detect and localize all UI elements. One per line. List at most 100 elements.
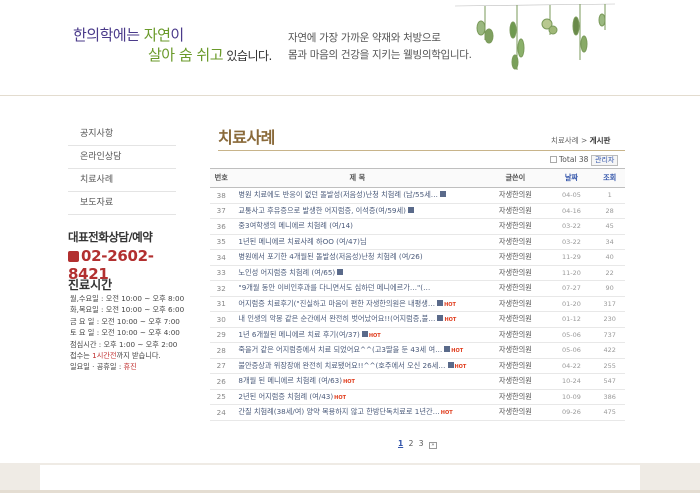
sidebar-item-online-consult[interactable]: 온라인상담: [68, 146, 176, 169]
holiday-highlight: 휴진: [123, 362, 137, 372]
row-num: 26: [210, 373, 233, 390]
hours-line: 금 요 일 : 오전 10:00 ~ 오후 7:00: [70, 316, 180, 326]
row-author: 자생한의원: [482, 311, 549, 328]
holiday-text: 일요일 · 공휴일 :: [70, 362, 124, 372]
row-subject-cell: 병원에서 포기한 4개월된 돌발성(저음성)난청 치험례 (여/26): [232, 249, 483, 266]
hot-badge: HOT: [451, 348, 464, 355]
row-author: 자생한의원: [482, 187, 549, 204]
row-subject-link[interactable]: 8개월 된 메니에르 치험례 (여/63): [238, 376, 342, 385]
row-subject-cell: 노인성 어지럼증 치험례 (여/65): [232, 265, 483, 281]
row-views: 547: [594, 373, 625, 390]
row-views: 1: [594, 187, 625, 204]
table-row: 32 "9개월 동안 이비인후과를 다니면서도 심하던 메니에르가…"(… 자생한의…: [210, 280, 625, 297]
row-author: 자생한의원: [482, 389, 549, 405]
page-link[interactable]: 3: [419, 439, 424, 448]
row-date: 11-20: [548, 265, 595, 281]
table-row: 36 중3여학생의 메니에르 치험례 (여/14) 자생한의원 03-22 45: [210, 218, 625, 235]
note-text: 까지 받습니다.: [116, 351, 161, 361]
row-num: 28: [210, 342, 233, 359]
row-date: 01-12: [548, 311, 595, 328]
page-link[interactable]: 2: [409, 439, 414, 448]
subtext-line: 자연에 가장 가까운 약재와 처방으로: [288, 32, 441, 44]
row-views: 475: [594, 404, 625, 421]
reception-note: 접수는 1시간전까지 받습니다.: [70, 350, 184, 361]
row-subject-cell: 1년된 메니에르 치료사례 하OO (여/47)님: [232, 234, 483, 250]
row-author: 자생한의원: [482, 280, 549, 297]
row-subject-link[interactable]: 1년 6개월된 메니에르 치료 후기(여/37): [238, 330, 359, 339]
attachment-icon: [337, 268, 344, 275]
next-page-icon[interactable]: »: [428, 442, 437, 449]
site-header: 한의학에는 자연이 살아 숨 쉬고 있습니다. 자연에 가장 가까운 약재와 처…: [0, 0, 700, 96]
row-subject-cell: 불안증상과 위장장애 완전히 치료됐어요!!^^(호주에서 오신 26세… HOT: [232, 358, 483, 374]
breadcrumb-parent[interactable]: 치료사례: [551, 136, 579, 145]
row-num: 25: [210, 389, 233, 405]
row-views: 386: [594, 389, 625, 405]
sidebar-item-notice[interactable]: 공지사항: [68, 123, 176, 146]
sidebar-item-treatment-cases[interactable]: 치료사례: [68, 169, 176, 192]
row-subject-link[interactable]: 불안증상과 위장장애 완전히 치료됐어요!!^^(호주에서 오신 26세…: [238, 361, 445, 370]
row-subject-link[interactable]: "9개월 동안 이비인후과를 다니면서도 심하던 메니에르가…"(…: [238, 283, 430, 292]
hours-line: 토 요 일 : 오전 10:00 ~ 오후 4:00: [70, 328, 180, 338]
row-subject-link[interactable]: 중3여학생의 메니에르 치험례 (여/14): [238, 221, 353, 230]
row-views: 317: [594, 296, 625, 312]
holiday-note: 일요일 · 공휴일 : 휴진: [70, 361, 184, 372]
row-date: 10-09: [548, 389, 595, 405]
row-views: 737: [594, 327, 625, 343]
subtext-line: 몸과 마음의 건강을 지키는 웰빙의학입니다.: [288, 49, 472, 61]
phone-icon: [68, 251, 79, 262]
page-link[interactable]: 1: [398, 439, 403, 448]
sidebar-item-press[interactable]: 보도자료: [68, 192, 176, 215]
row-views: 230: [594, 311, 625, 328]
row-subject-link[interactable]: 1년된 메니에르 치료사례 하OO (여/47)님: [238, 237, 366, 246]
row-subject-link[interactable]: 죽을거 같은 어지럼증에서 치료 되었어요^^(고3딸을 둔 43세 여…: [238, 345, 442, 354]
row-author: 자생한의원: [482, 342, 549, 359]
row-subject-cell: 교통사고 후유증으로 발생한 어지럼증, 이석증(여/59세): [232, 203, 483, 219]
admin-button[interactable]: 관리자: [591, 155, 619, 166]
hours-line: 월,수요일 : 오전 10:00 ~ 오후 8:00: [70, 294, 185, 303]
table-row: 25 2년된 어지럼증 치험례 (여/43)HOT 자생한의원 10-09 386: [210, 389, 625, 405]
col-views[interactable]: 조회: [594, 168, 625, 188]
col-date[interactable]: 날짜: [548, 168, 595, 188]
row-num: 32: [210, 280, 233, 297]
row-subject-cell: 병원 치료에도 반응이 없던 돌발성(저음성)난청 치험례 (남/55세…: [232, 187, 483, 204]
phone-block: 대표전화상담/예약 02-2602-8421: [68, 229, 188, 283]
row-num: 30: [210, 311, 233, 328]
slogan-text: 있습니다.: [223, 49, 272, 63]
row-author: 자생한의원: [482, 358, 549, 374]
row-subject-link[interactable]: 어지럼증 치료후기("진실하고 마음이 편한 자생한의원은 내평생…: [238, 299, 435, 308]
footer-content: [40, 465, 640, 493]
row-subject-link[interactable]: 병원 치료에도 반응이 없던 돌발성(저음성)난청 치험례 (남/55세…: [238, 190, 438, 199]
header-subtext: 자연에 가장 가까운 약재와 처방으로 몸과 마음의 건강을 지키는 웰빙의학입…: [288, 30, 472, 64]
row-subject-cell: 간질 치험례(38세/여) 양약 복용하지 않고 한방단독치료로 1년간…HOT: [232, 404, 483, 421]
row-subject-link[interactable]: 병원에서 포기한 4개월된 돌발성(저음성)난청 치험례 (여/26): [238, 252, 422, 261]
breadcrumb-separator: >: [578, 136, 590, 145]
row-date: 10-24: [548, 373, 595, 390]
row-date: 03-22: [548, 218, 595, 235]
row-subject-link[interactable]: 교통사고 후유증으로 발생한 어지럼증, 이석증(여/59세): [238, 206, 405, 215]
row-subject-link[interactable]: 간질 치험례(38세/여) 양약 복용하지 않고 한방단독치료로 1년간…: [238, 407, 439, 416]
row-date: 03-22: [548, 234, 595, 250]
slogan-highlight: 살아 숨 쉬고: [148, 46, 224, 64]
row-views: 255: [594, 358, 625, 374]
row-author: 자생한의원: [482, 265, 549, 281]
row-subject-link[interactable]: 내 인생의 악몽 같은 순간에서 완전히 벗어났어요!!(어지럼증,불…: [238, 314, 435, 323]
header-divider: [0, 95, 700, 96]
row-subject-link[interactable]: 노인성 어지럼증 치험례 (여/65): [238, 268, 335, 277]
hot-badge: HOT: [334, 394, 347, 401]
table-row: 33 노인성 어지럼증 치험례 (여/65) 자생한의원 11-20 22: [210, 265, 625, 281]
row-subject-link[interactable]: 2년된 어지럼증 치험례 (여/43): [238, 392, 333, 401]
col-subject: 제 목: [232, 168, 483, 188]
row-date: 07-27: [548, 280, 595, 297]
select-all-checkbox[interactable]: [550, 156, 557, 163]
page-title: 치료사례: [218, 128, 275, 147]
note-highlight: 1시간전: [92, 351, 117, 361]
table-row: 30 내 인생의 악몽 같은 순간에서 완전히 벗어났어요!!(어지럼증,불… HO…: [210, 311, 625, 328]
herb-illustration: [455, 3, 615, 70]
attachment-icon: [437, 315, 444, 322]
row-date: 04-05: [548, 187, 595, 204]
slogan-line-2: 살아 숨 쉬고 있습니다.: [148, 44, 272, 65]
board-table: 번호 제 목 글쓴이 날짜 조회 38 병원 치료에도 반응이 없던 돌발성(저음…: [210, 168, 625, 421]
table-header-row: 번호 제 목 글쓴이 날짜 조회: [210, 168, 625, 188]
row-author: 자생한의원: [482, 218, 549, 235]
table-row: 29 1년 6개월된 메니에르 치료 후기(여/37) HOT 자생한의원 05-06 7…: [210, 327, 625, 343]
